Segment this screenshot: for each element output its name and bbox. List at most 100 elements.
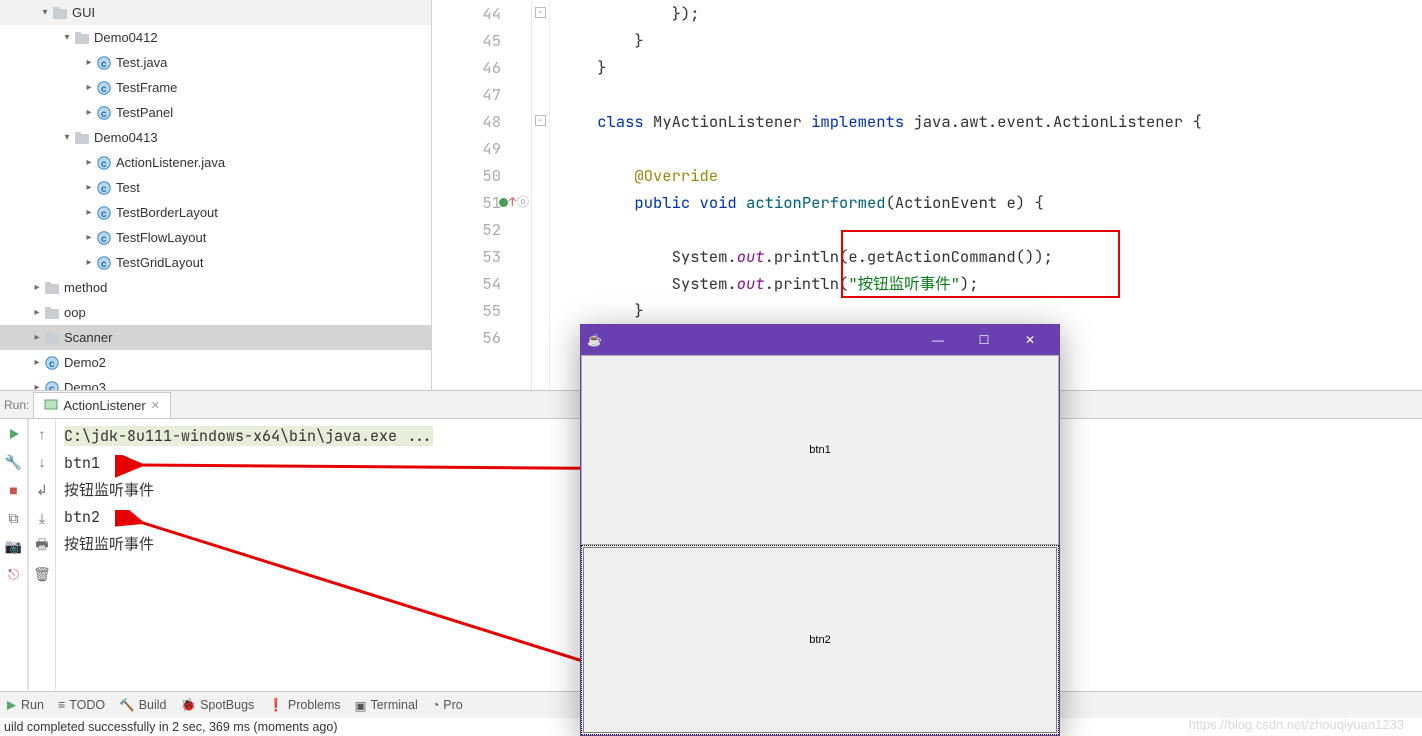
wrench-icon[interactable]: 🔧 <box>3 451 25 473</box>
folder-icon <box>44 330 60 346</box>
chevron-right-icon: ▸ <box>30 357 44 368</box>
btn2-button[interactable]: btn2 <box>581 545 1059 735</box>
fold-minus-icon[interactable]: − <box>535 7 546 18</box>
chevron-down-icon: ▾ <box>60 32 74 43</box>
up-arrow-icon[interactable]: ↑ <box>31 423 53 445</box>
tree-folder-demo0412[interactable]: ▾ Demo0412 <box>0 25 431 50</box>
java-class-icon: c <box>44 380 60 391</box>
folder-icon <box>52 5 68 21</box>
tree-folder-scanner[interactable]: ▸ Scanner <box>0 325 431 350</box>
rerun-button[interactable] <box>3 423 25 445</box>
java-class-icon: c <box>96 255 112 271</box>
profiler-toolwindow-button[interactable]: ◔Pro <box>432 698 463 712</box>
java-class-icon: c <box>44 355 60 371</box>
line-number: 54 <box>432 270 501 297</box>
svg-text:c: c <box>101 234 107 245</box>
java-class-icon: c <box>96 205 112 221</box>
run-toolwindow-button[interactable]: Run <box>6 698 44 712</box>
spotbugs-toolwindow-button[interactable]: 🐞SpotBugs <box>181 698 255 713</box>
trash-icon[interactable]: 🗑 <box>31 563 53 585</box>
line-number: 48 <box>432 108 501 135</box>
tree-file[interactable]: ▸ c TestGridLayout <box>0 250 431 275</box>
tree-file[interactable]: ▸ c Test <box>0 175 431 200</box>
down-arrow-icon[interactable]: ↓ <box>31 451 53 473</box>
tree-file[interactable]: ▸ c TestPanel <box>0 100 431 125</box>
tree-file[interactable]: ▸ c TestBorderLayout <box>0 200 431 225</box>
todo-toolwindow-button[interactable]: ≡TODO <box>58 698 105 712</box>
code-line: System.out.println("按钮监听事件"); <box>560 270 1422 297</box>
fold-column[interactable]: − − <box>532 0 550 390</box>
svg-text:c: c <box>101 209 107 220</box>
build-toolwindow-button[interactable]: 🔨Build <box>119 698 166 713</box>
svg-text:c: c <box>101 184 107 195</box>
svg-text:c: c <box>101 84 107 95</box>
chevron-right-icon: ▸ <box>30 332 44 343</box>
tree-file[interactable]: ▸ c Demo3 <box>0 375 431 390</box>
tree-file[interactable]: ▸ c Demo2 <box>0 350 431 375</box>
tree-label: ActionListener.java <box>116 155 225 170</box>
tree-label: oop <box>64 305 86 320</box>
tree-file[interactable]: ▸ c Test.java <box>0 50 431 75</box>
chevron-right-icon: ▸ <box>82 207 96 218</box>
override-gutter-icon[interactable]: ↑ⓞ <box>499 189 529 216</box>
watermark-text: https://blog.csdn.net/zhouqiyuan1233 <box>1189 717 1404 732</box>
btn1-button[interactable]: btn1 <box>581 355 1059 545</box>
tree-folder[interactable]: ▸ oop <box>0 300 431 325</box>
java-coffee-icon: ☕ <box>587 333 602 347</box>
line-number: 55 <box>432 297 501 324</box>
soft-wrap-icon[interactable]: ↲ <box>31 479 53 501</box>
camera-icon[interactable]: 📷 <box>3 535 25 557</box>
chevron-right-icon: ▸ <box>30 307 44 318</box>
code-line: } <box>560 27 1422 54</box>
line-number: 45 <box>432 27 501 54</box>
tree-label: Test.java <box>116 55 167 70</box>
svg-text:c: c <box>101 159 107 170</box>
line-number: 47 <box>432 81 501 108</box>
layout-icon[interactable]: ⧉ <box>3 507 25 529</box>
stop-button[interactable]: ■ <box>3 479 25 501</box>
java-class-icon: c <box>96 155 112 171</box>
java-app-window[interactable]: ☕ — ☐ ✕ btn1 btn2 <box>580 324 1060 736</box>
chevron-right-icon: ▸ <box>30 282 44 293</box>
tree-folder-demo0413[interactable]: ▾ Demo0413 <box>0 125 431 150</box>
minimize-button[interactable]: — <box>915 325 961 355</box>
tree-label: Demo3 <box>64 380 106 390</box>
svg-text:c: c <box>101 59 107 70</box>
code-line: }); <box>560 0 1422 27</box>
tree-file[interactable]: ▸ c TestFrame <box>0 75 431 100</box>
tree-label: TestFrame <box>116 80 177 95</box>
chevron-right-icon: ▸ <box>82 82 96 93</box>
line-number: 44 <box>432 0 501 27</box>
line-number: 49 <box>432 135 501 162</box>
chevron-right-icon: ▸ <box>82 57 96 68</box>
chevron-right-icon: ▸ <box>82 107 96 118</box>
code-line: public void actionPerformed(ActionEvent … <box>560 189 1422 216</box>
tree-label: GUI <box>72 5 95 20</box>
tree-folder[interactable]: ▸ method <box>0 275 431 300</box>
tree-label: TestBorderLayout <box>116 205 218 220</box>
tree-label: Demo0412 <box>94 30 158 45</box>
maximize-button[interactable]: ☐ <box>961 325 1007 355</box>
project-tree[interactable]: ▾ GUI ▾ Demo0412 ▸ c Test.java ▸ c TestF… <box>0 0 432 390</box>
code-line: @Override <box>560 162 1422 189</box>
window-titlebar[interactable]: ☕ — ☐ ✕ <box>581 325 1059 355</box>
tree-file[interactable]: ▸ c ActionListener.java <box>0 150 431 175</box>
scroll-to-end-icon[interactable]: ⤓ <box>31 507 53 529</box>
exit-icon[interactable]: ⎋ <box>3 563 25 585</box>
fold-minus-icon[interactable]: − <box>535 115 546 126</box>
folder-icon <box>74 30 90 46</box>
svg-text:c: c <box>101 259 107 270</box>
tree-label: TestPanel <box>116 105 173 120</box>
terminal-toolwindow-button[interactable]: ▣Terminal <box>355 698 418 713</box>
code-line <box>560 135 1422 162</box>
tree-label: TestGridLayout <box>116 255 203 270</box>
close-button[interactable]: ✕ <box>1007 325 1053 355</box>
problems-toolwindow-button[interactable]: ❗Problems <box>268 698 340 713</box>
print-icon[interactable]: 🖶 <box>31 535 53 557</box>
tree-folder-gui[interactable]: ▾ GUI <box>0 0 431 25</box>
tree-file[interactable]: ▸ c TestFlowLayout <box>0 225 431 250</box>
tree-label: TestFlowLayout <box>116 230 206 245</box>
run-tab-actionlistener[interactable]: ActionListener ✕ <box>33 392 171 418</box>
close-tab-icon[interactable]: ✕ <box>151 399 160 412</box>
svg-text:c: c <box>49 359 55 370</box>
